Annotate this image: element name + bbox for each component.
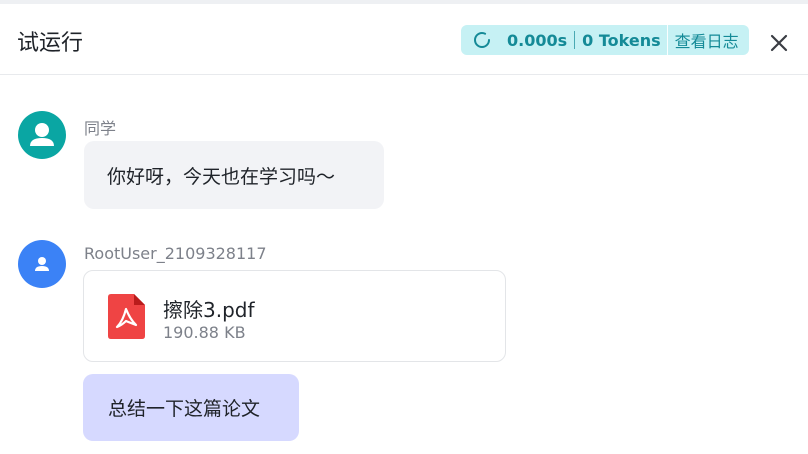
divider: [666, 25, 668, 55]
sender-name: RootUser_2109328117: [84, 244, 267, 263]
dialog-title: 试运行: [17, 31, 84, 56]
divider: [574, 31, 576, 49]
user-message-bubble: 总结一下这篇论文: [83, 374, 299, 441]
run-status-pill: 0.000s 0 Tokens 查看日志: [461, 25, 749, 55]
loading-icon: [474, 32, 490, 48]
view-log-button[interactable]: 查看日志: [675, 28, 739, 52]
sender-name: 同学: [84, 119, 117, 138]
pdf-icon: [108, 294, 145, 339]
avatar: [18, 240, 66, 288]
close-icon[interactable]: [767, 31, 791, 55]
run-time: 0.000s: [507, 30, 568, 50]
assistant-message-bubble: 你好呀，今天也在学习吗～: [84, 141, 384, 209]
file-name: 擦除3.pdf: [163, 298, 255, 322]
avatar: [18, 111, 66, 159]
person-icon: [30, 123, 54, 146]
person-icon: [35, 257, 49, 271]
dialog-header: 试运行 0.000s 0 Tokens 查看日志: [0, 4, 808, 75]
token-count: 0 Tokens: [582, 30, 661, 50]
file-size: 190.88 KB: [163, 323, 246, 342]
file-attachment[interactable]: 擦除3.pdf 190.88 KB: [83, 270, 506, 362]
